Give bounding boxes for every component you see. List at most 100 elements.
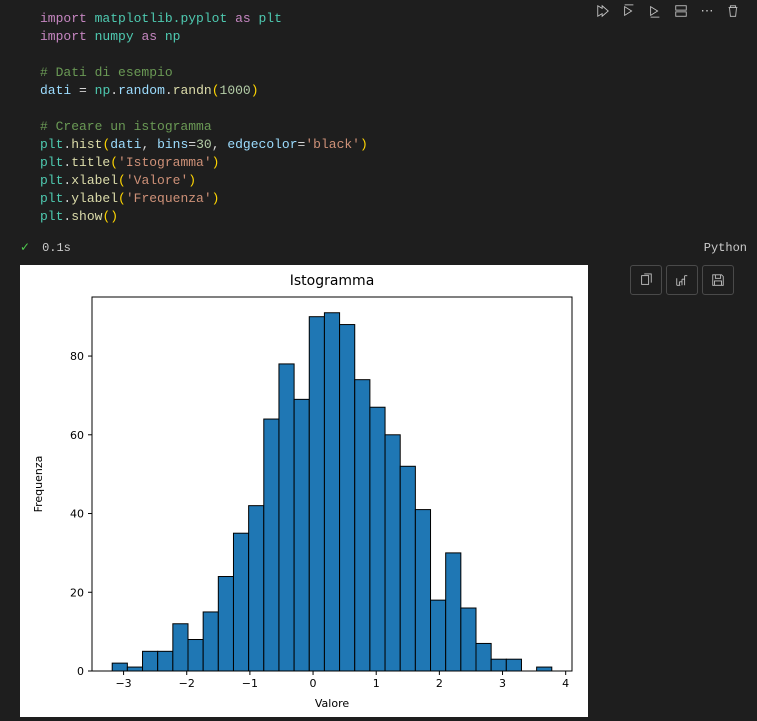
histogram-chart: Istogramma−3−2−101234020406080ValoreFreq… (20, 265, 588, 717)
kw-import: import (40, 29, 87, 44)
x-tick-label: −3 (115, 677, 131, 690)
histogram-bar (203, 612, 218, 671)
alias: plt (258, 11, 281, 26)
histogram-bar (279, 364, 294, 671)
histogram-bar (309, 317, 324, 671)
x-tick-label: −1 (242, 677, 258, 690)
histogram-bar (506, 659, 521, 671)
kw-as: as (235, 11, 251, 26)
histogram-bar (218, 577, 233, 671)
op: = (188, 137, 196, 152)
fn: show (71, 209, 102, 224)
x-tick-label: 2 (436, 677, 443, 690)
x-tick-label: 0 (310, 677, 317, 690)
histogram-bar (294, 399, 309, 671)
histogram-bar (385, 435, 400, 671)
output-toolbar (630, 265, 734, 295)
obj: plt (40, 173, 63, 188)
chart-title: Istogramma (290, 273, 375, 289)
y-axis-label: Frequenza (32, 456, 45, 513)
histogram-bar (537, 667, 552, 671)
comment: # Creare un istogramma (40, 119, 212, 134)
copy-output-icon[interactable] (630, 265, 662, 295)
paren: ) (360, 137, 368, 152)
histogram-bar (461, 608, 476, 671)
histogram-bar (143, 651, 158, 671)
paren: ( (110, 155, 118, 170)
output-area: Istogramma−3−2−101234020406080ValoreFreq… (0, 259, 757, 717)
x-tick-label: −2 (179, 677, 195, 690)
fn: xlabel (71, 173, 118, 188)
histogram-bar (476, 643, 491, 671)
dot: . (165, 83, 173, 98)
attr: random (118, 83, 165, 98)
x-axis-label: Valore (315, 697, 349, 710)
split-cell-icon[interactable] (672, 2, 690, 20)
dot: . (110, 83, 118, 98)
x-tick-label: 3 (499, 677, 506, 690)
paren: ) (251, 83, 259, 98)
cell-toolbar: ⋯ (594, 2, 742, 20)
histogram-bar (340, 325, 355, 671)
paren: ( (118, 191, 126, 206)
run-by-line-icon[interactable] (594, 2, 612, 20)
obj: plt (40, 209, 63, 224)
code-editor[interactable]: import matplotlib.pyplot as plt import n… (0, 0, 757, 236)
fn: ylabel (71, 191, 118, 206)
str: 'Valore' (126, 173, 188, 188)
y-tick-label: 60 (70, 429, 84, 442)
histogram-bar (491, 659, 506, 671)
fn: title (71, 155, 110, 170)
fn: hist (71, 137, 102, 152)
histogram-bar (355, 380, 370, 671)
alias: np (165, 29, 181, 44)
histogram-bar (127, 667, 142, 671)
kernel-language[interactable]: Python (704, 241, 747, 255)
histogram-bar (370, 407, 385, 671)
y-tick-label: 20 (70, 586, 84, 599)
histogram-bar (173, 624, 188, 671)
paren: ) (188, 173, 196, 188)
obj: plt (40, 191, 63, 206)
paren: ( (118, 173, 126, 188)
delete-cell-icon[interactable] (724, 2, 742, 20)
histogram-bar (324, 313, 339, 671)
paren: ( (212, 83, 220, 98)
kw-import: import (40, 11, 87, 26)
fn: randn (173, 83, 212, 98)
histogram-bar (400, 466, 415, 671)
histogram-bar (233, 533, 248, 671)
more-actions-icon[interactable]: ⋯ (698, 2, 716, 20)
str: 'Frequenza' (126, 191, 212, 206)
code-cell: ⋯ import matplotlib.pyplot as plt import… (0, 0, 757, 717)
y-tick-label: 80 (70, 350, 84, 363)
histogram-bar (112, 663, 127, 671)
obj: plt (40, 155, 63, 170)
paren: ) (212, 155, 220, 170)
kw-as: as (141, 29, 157, 44)
expand-image-icon[interactable] (666, 265, 698, 295)
comment: # Dati di esempio (40, 65, 173, 80)
obj: plt (40, 137, 63, 152)
y-tick-label: 0 (77, 665, 84, 678)
status-bar: ✓ 0.1s Python (0, 236, 757, 259)
module: numpy (95, 29, 134, 44)
histogram-bar (431, 600, 446, 671)
chart-output: Istogramma−3−2−101234020406080ValoreFreq… (20, 265, 588, 717)
obj: np (95, 83, 111, 98)
x-tick-label: 1 (373, 677, 380, 690)
kwarg: edgecolor (227, 137, 297, 152)
histogram-bar (264, 419, 279, 671)
execute-below-icon[interactable] (646, 2, 664, 20)
histogram-bar (249, 506, 264, 671)
comma: , (212, 137, 228, 152)
histogram-bar (158, 651, 173, 671)
save-output-icon[interactable] (702, 265, 734, 295)
y-tick-label: 40 (70, 508, 84, 521)
comma: , (141, 137, 157, 152)
paren: ) (212, 191, 220, 206)
execute-above-icon[interactable] (620, 2, 638, 20)
str: 'black' (305, 137, 360, 152)
histogram-bar (446, 553, 461, 671)
num: 1000 (220, 83, 251, 98)
